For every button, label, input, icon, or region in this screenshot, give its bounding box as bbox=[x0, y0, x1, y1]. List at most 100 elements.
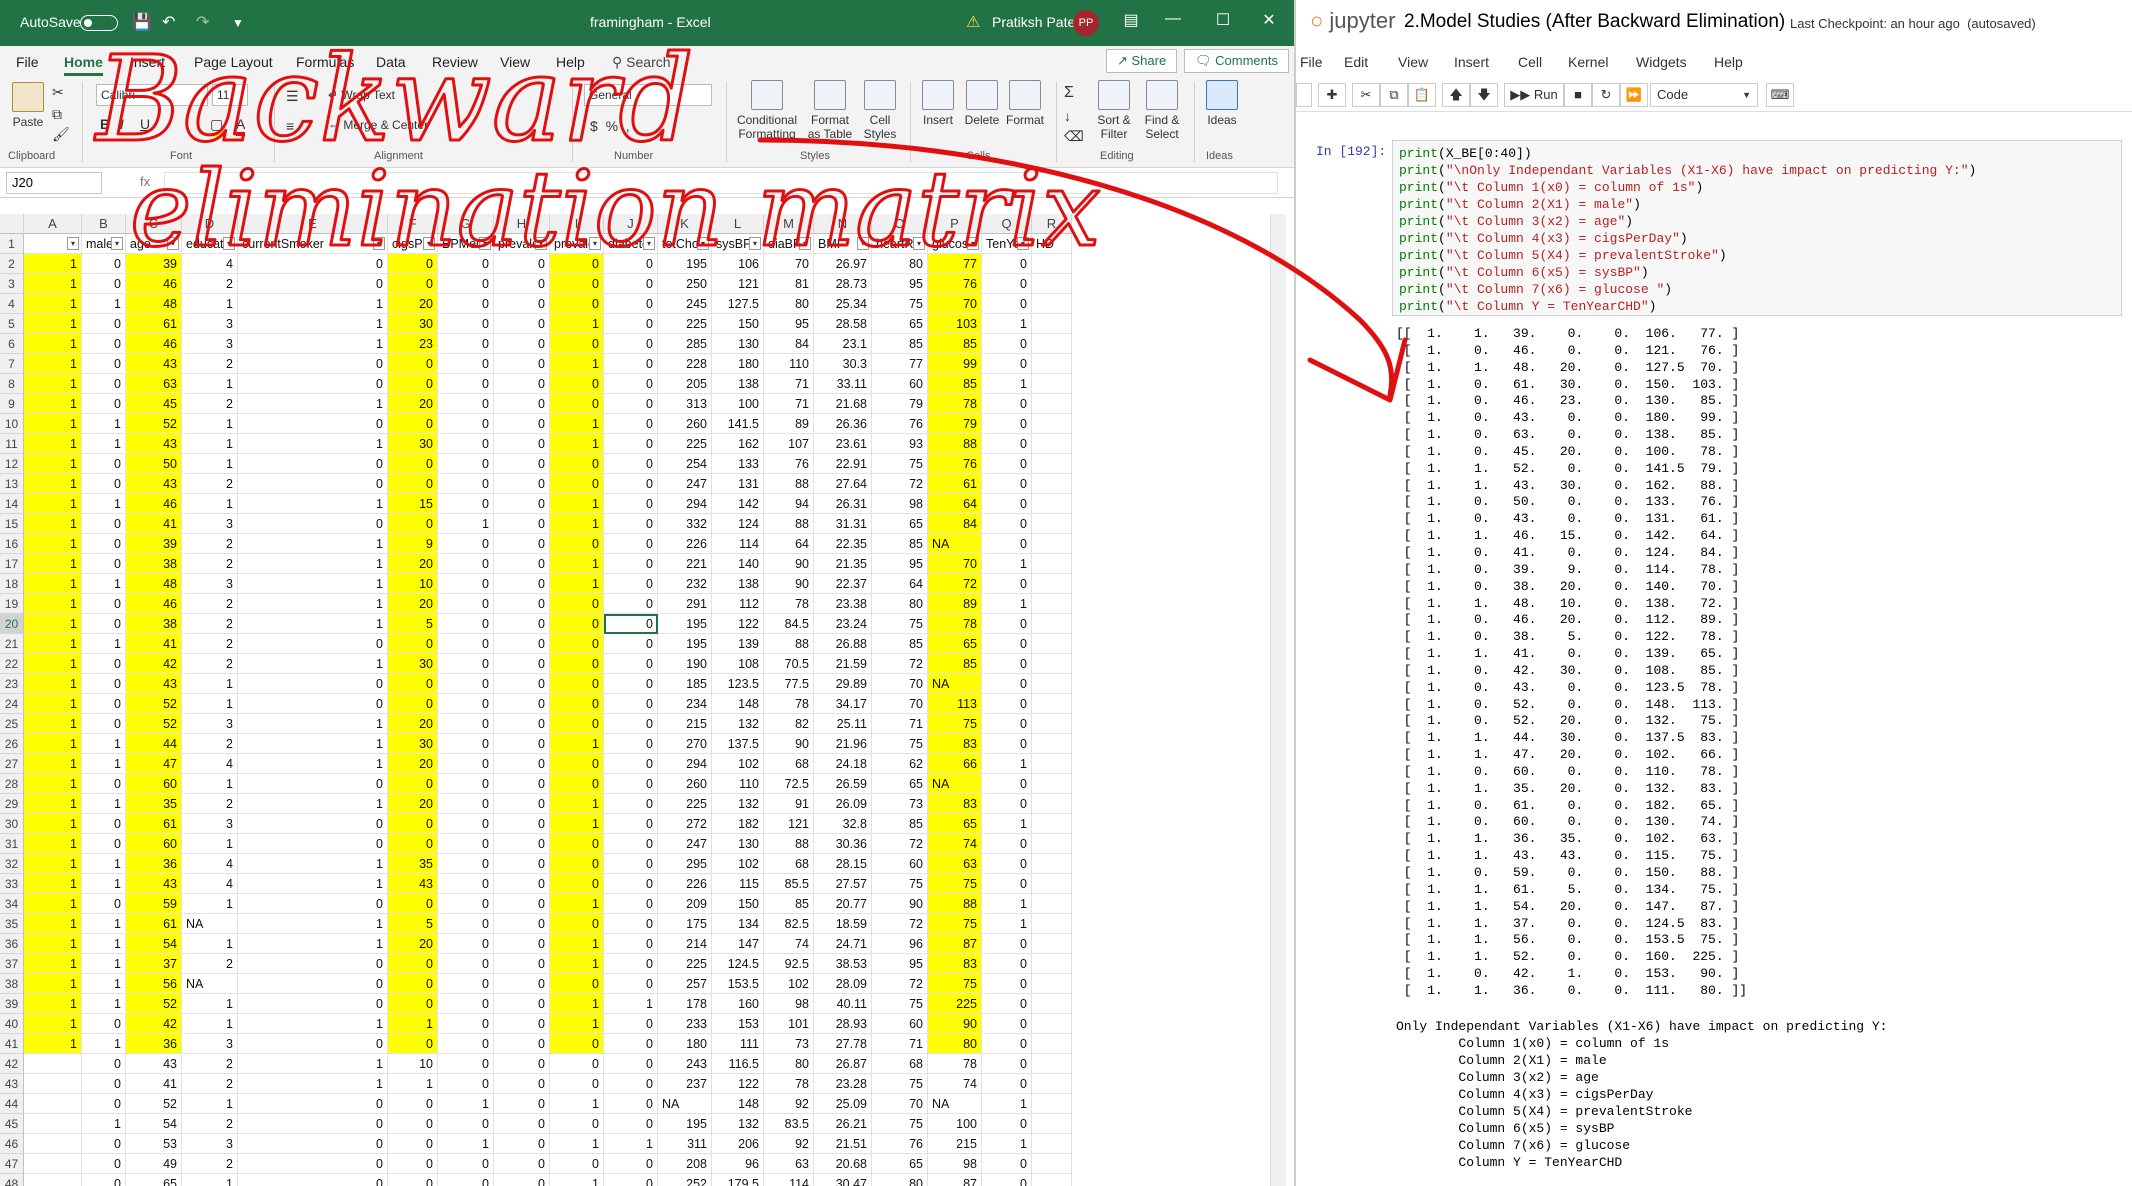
table-cell[interactable]: 0 bbox=[438, 254, 494, 274]
table-cell[interactable]: 0 bbox=[604, 1154, 658, 1174]
table-cell[interactable]: 39 bbox=[126, 534, 182, 554]
table-cell[interactable]: 0 bbox=[982, 274, 1032, 294]
table-cell[interactable]: 1 bbox=[982, 754, 1032, 774]
table-cell[interactable]: 0 bbox=[82, 474, 126, 494]
table-cell[interactable]: 121 bbox=[712, 274, 764, 294]
table-cell[interactable] bbox=[1032, 934, 1072, 954]
table-cell[interactable]: 1 bbox=[238, 734, 388, 754]
table-cell[interactable]: 76 bbox=[928, 274, 982, 294]
table-cell[interactable]: 0 bbox=[982, 1114, 1032, 1134]
table-header-cell[interactable]: BMI ▾ bbox=[814, 234, 872, 254]
table-cell[interactable]: 30 bbox=[388, 434, 438, 454]
table-cell[interactable]: 80 bbox=[764, 1054, 814, 1074]
table-cell[interactable]: 0 bbox=[238, 1114, 388, 1134]
table-cell[interactable]: 0 bbox=[82, 1154, 126, 1174]
table-cell[interactable]: 141.5 bbox=[712, 414, 764, 434]
table-cell[interactable]: 5 bbox=[388, 914, 438, 934]
table-cell[interactable]: 28.58 bbox=[814, 314, 872, 334]
row-header[interactable]: 28 bbox=[0, 774, 24, 794]
table-header-cell[interactable]: cigsPer ▾ bbox=[388, 234, 438, 254]
table-cell[interactable]: 0 bbox=[494, 774, 550, 794]
table-cell[interactable]: 0 bbox=[982, 454, 1032, 474]
table-cell[interactable]: 18.59 bbox=[814, 914, 872, 934]
table-cell[interactable]: 1 bbox=[82, 1114, 126, 1134]
table-cell[interactable]: 90 bbox=[764, 734, 814, 754]
table-cell[interactable]: 41 bbox=[126, 634, 182, 654]
table-cell[interactable]: 0 bbox=[604, 854, 658, 874]
row-header[interactable]: 19 bbox=[0, 594, 24, 614]
table-cell[interactable]: 0 bbox=[238, 694, 388, 714]
table-cell[interactable]: 232 bbox=[658, 574, 712, 594]
filter-dropdown-icon[interactable]: ▾ bbox=[535, 237, 547, 250]
table-cell[interactable]: 1 bbox=[24, 554, 82, 574]
paste-button[interactable]: Paste bbox=[8, 82, 48, 129]
table-cell[interactable]: 1 bbox=[24, 274, 82, 294]
table-cell[interactable]: 221 bbox=[658, 554, 712, 574]
table-cell[interactable]: 1 bbox=[438, 514, 494, 534]
row-header[interactable]: 35 bbox=[0, 914, 24, 934]
table-cell[interactable]: 0 bbox=[982, 954, 1032, 974]
table-cell[interactable]: 0 bbox=[388, 514, 438, 534]
table-cell[interactable]: 0 bbox=[238, 1174, 388, 1186]
table-cell[interactable]: 2 bbox=[182, 394, 238, 414]
table-cell[interactable]: 22.91 bbox=[814, 454, 872, 474]
table-cell[interactable]: 245 bbox=[658, 294, 712, 314]
table-cell[interactable]: 1 bbox=[182, 674, 238, 694]
table-cell[interactable]: 76 bbox=[872, 414, 928, 434]
table-cell[interactable]: 0 bbox=[982, 734, 1032, 754]
table-cell[interactable]: 3 bbox=[182, 714, 238, 734]
table-cell[interactable]: 0 bbox=[438, 1014, 494, 1034]
table-cell[interactable]: 134 bbox=[712, 914, 764, 934]
table-cell[interactable]: 68 bbox=[764, 754, 814, 774]
table-cell[interactable]: 0 bbox=[550, 654, 604, 674]
table-cell[interactable]: 208 bbox=[658, 1154, 712, 1174]
table-cell[interactable]: 1 bbox=[24, 874, 82, 894]
table-cell[interactable]: 20.77 bbox=[814, 894, 872, 914]
table-cell[interactable]: 20 bbox=[388, 554, 438, 574]
table-cell[interactable]: 1 bbox=[238, 494, 388, 514]
table-cell[interactable]: 88 bbox=[764, 514, 814, 534]
table-cell[interactable]: 0 bbox=[438, 274, 494, 294]
table-cell[interactable]: 0 bbox=[604, 314, 658, 334]
table-cell[interactable]: 99 bbox=[928, 354, 982, 374]
table-cell[interactable]: 228 bbox=[658, 354, 712, 374]
table-cell[interactable]: 214 bbox=[658, 934, 712, 954]
table-cell[interactable]: 38.53 bbox=[814, 954, 872, 974]
table-cell[interactable]: 0 bbox=[438, 1034, 494, 1054]
table-cell[interactable]: 179.5 bbox=[712, 1174, 764, 1186]
table-cell[interactable]: 0 bbox=[982, 1014, 1032, 1034]
table-cell[interactable]: 1 bbox=[24, 794, 82, 814]
table-cell[interactable]: 88 bbox=[928, 894, 982, 914]
table-cell[interactable]: 0 bbox=[604, 894, 658, 914]
copy-cell-icon[interactable]: ⧉ bbox=[1380, 83, 1408, 107]
row-header[interactable]: 34 bbox=[0, 894, 24, 914]
table-cell[interactable] bbox=[1032, 594, 1072, 614]
table-cell[interactable]: 0 bbox=[82, 334, 126, 354]
table-cell[interactable]: 83 bbox=[928, 734, 982, 754]
move-up-icon[interactable]: 🡅 bbox=[1442, 83, 1470, 107]
table-cell[interactable]: 87 bbox=[928, 934, 982, 954]
table-cell[interactable]: 103 bbox=[928, 314, 982, 334]
table-cell[interactable]: 71 bbox=[764, 394, 814, 414]
table-cell[interactable]: 115 bbox=[712, 874, 764, 894]
table-cell[interactable]: 252 bbox=[658, 1174, 712, 1186]
tab-help[interactable]: Help bbox=[556, 54, 585, 70]
table-cell[interactable]: 162 bbox=[712, 434, 764, 454]
table-cell[interactable]: 0 bbox=[550, 374, 604, 394]
table-cell[interactable]: 1 bbox=[388, 1074, 438, 1094]
merge-center-button[interactable]: ⇔ Merge & Center bbox=[328, 118, 428, 132]
table-cell[interactable] bbox=[1032, 294, 1072, 314]
table-cell[interactable]: 102 bbox=[764, 974, 814, 994]
table-cell[interactable]: 254 bbox=[658, 454, 712, 474]
table-cell[interactable]: 1 bbox=[550, 1134, 604, 1154]
row-header[interactable]: 17 bbox=[0, 554, 24, 574]
table-cell[interactable]: 22.37 bbox=[814, 574, 872, 594]
table-header-cell[interactable]: prevale ▾ bbox=[494, 234, 550, 254]
menu-file[interactable]: File bbox=[1300, 54, 1323, 70]
column-header[interactable]: J bbox=[604, 214, 658, 234]
table-cell[interactable]: 1 bbox=[550, 354, 604, 374]
table-cell[interactable]: 25.11 bbox=[814, 714, 872, 734]
table-cell[interactable]: 0 bbox=[438, 1054, 494, 1074]
jupyter-logo[interactable]: ○ jupyter bbox=[1310, 8, 1395, 34]
table-cell[interactable]: 0 bbox=[494, 894, 550, 914]
